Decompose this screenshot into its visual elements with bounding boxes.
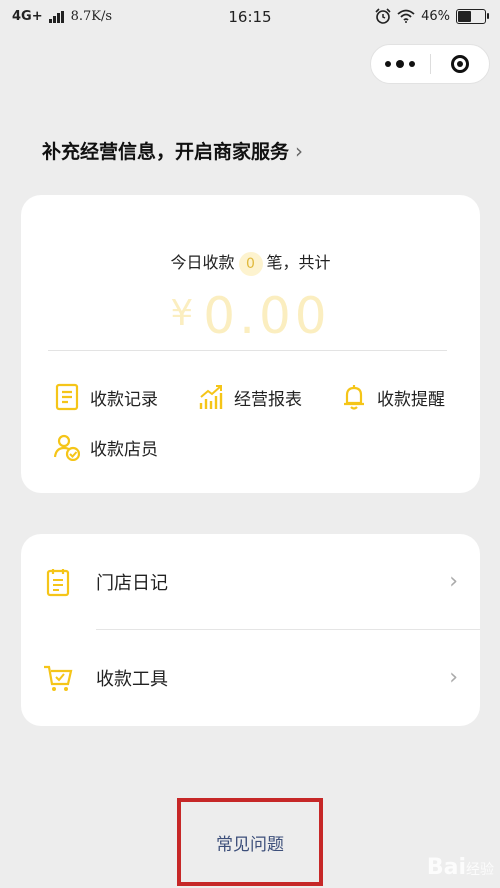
today-suffix: 笔，共计 xyxy=(266,253,331,272)
payment-reminder-button[interactable]: 收款提醒 xyxy=(341,383,445,411)
today-prefix: 今日收款 xyxy=(170,253,235,272)
chevron-right-icon: › xyxy=(295,138,304,163)
summary-card: 今日收款 0 笔，共计 ¥0.00 收款记录 经营报表 收款提醒 收款店员 xyxy=(21,195,480,493)
alarm-icon xyxy=(375,8,391,24)
notebook-icon xyxy=(46,568,70,596)
business-info-link[interactable]: 补充经营信息，开启商家服务 › xyxy=(42,137,303,164)
staff-icon xyxy=(54,434,80,461)
receipt-record-label: 收款记录 xyxy=(90,389,158,410)
cart-icon xyxy=(44,665,73,691)
close-miniprogram-icon[interactable] xyxy=(431,45,490,83)
menu-item-payment-tools[interactable]: 收款工具 › xyxy=(21,630,480,725)
today-count-badge: 0 xyxy=(238,252,263,276)
amount-value: 0.00 xyxy=(203,287,331,345)
watermark: Bai经验 xyxy=(427,855,494,880)
currency-symbol: ¥ xyxy=(170,293,198,334)
battery-percent: 46% xyxy=(421,8,450,24)
bell-icon xyxy=(344,385,364,410)
business-info-text: 补充经营信息，开启商家服务 xyxy=(42,141,290,163)
payment-tools-label: 收款工具 xyxy=(96,668,168,690)
receipt-record-icon xyxy=(55,383,79,411)
menu-card: 门店日记 › 收款工具 › xyxy=(21,534,480,726)
chevron-right-icon: › xyxy=(449,569,458,594)
store-diary-label: 门店日记 xyxy=(96,572,168,594)
chart-report-icon xyxy=(199,385,223,409)
business-report-button[interactable]: 经营报表 xyxy=(198,383,302,411)
faq-link[interactable]: 常见问题 xyxy=(216,830,284,855)
today-amount: ¥0.00 xyxy=(21,287,480,345)
status-bar: 4G+ 8.7K/s 16:15 46% xyxy=(0,0,500,34)
status-right: 46% xyxy=(375,8,489,24)
battery-level xyxy=(458,10,471,22)
faq-highlight-box: 常见问题 xyxy=(177,798,323,886)
more-icon[interactable] xyxy=(371,45,430,83)
battery-icon xyxy=(456,8,489,24)
chevron-right-icon: › xyxy=(449,665,458,690)
watermark-text: Bai xyxy=(426,855,466,880)
miniprogram-capsule xyxy=(370,44,490,84)
wifi-icon xyxy=(397,9,415,23)
payment-reminder-label: 收款提醒 xyxy=(377,389,445,410)
business-report-label: 经营报表 xyxy=(234,389,302,410)
receipt-record-button[interactable]: 收款记录 xyxy=(54,383,158,411)
watermark-sub: 经验 xyxy=(466,862,494,878)
today-summary: 今日收款 0 笔，共计 xyxy=(21,249,480,276)
staff-label: 收款店员 xyxy=(90,439,158,460)
staff-button[interactable]: 收款店员 xyxy=(54,433,158,461)
summary-divider xyxy=(48,350,447,351)
menu-item-store-diary[interactable]: 门店日记 › xyxy=(21,534,480,629)
